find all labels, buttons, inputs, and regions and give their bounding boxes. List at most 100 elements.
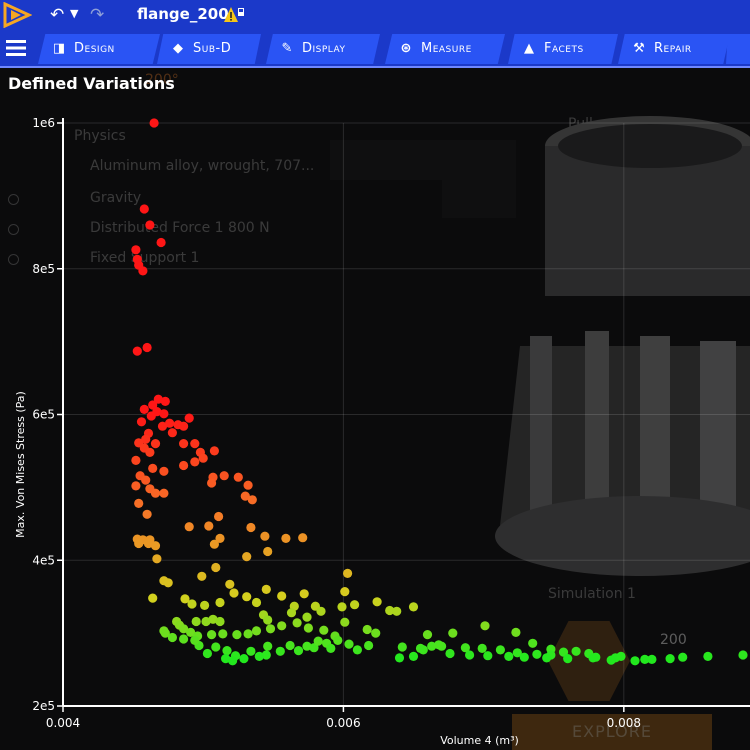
data-point — [209, 446, 219, 456]
data-point — [184, 522, 194, 532]
y-tick-label: 1e6 — [32, 116, 55, 130]
data-point — [504, 651, 514, 662]
data-point — [225, 579, 235, 589]
data-point — [243, 480, 253, 490]
data-point — [167, 428, 177, 438]
data-point — [465, 650, 475, 660]
data-point — [352, 645, 362, 655]
undo-icon[interactable]: ↶ — [50, 5, 64, 25]
data-point — [286, 608, 297, 618]
x-tick-label: 0.008 — [607, 716, 641, 730]
tab-facets[interactable]: ▲ Facets — [508, 34, 618, 64]
y-tick-label: 6e5 — [32, 408, 55, 422]
data-point — [219, 471, 229, 481]
tab-design[interactable]: ◨ Design — [38, 34, 160, 64]
warning-icon[interactable] — [223, 6, 245, 24]
data-point — [293, 646, 304, 656]
data-point — [131, 481, 141, 491]
facets-icon: ▲ — [524, 41, 534, 56]
data-point — [150, 488, 161, 498]
tab-sub-d[interactable]: ◆ Sub-D — [157, 34, 261, 64]
data-point — [145, 220, 155, 230]
variations-chart: 2e5 4e5 6e5 8e5 1e6 0.004 0.006 0.008 Volume 4 (… — [0, 66, 750, 750]
data-point — [251, 597, 262, 608]
tab-overflow[interactable] — [726, 34, 750, 64]
data-point — [139, 204, 149, 214]
data-point — [408, 602, 419, 612]
data-point — [191, 616, 201, 627]
data-point — [302, 641, 312, 651]
data-point — [145, 447, 155, 457]
document-title: flange_200 — [137, 5, 229, 23]
data-point — [215, 597, 225, 608]
y-axis-title: Max. Von Mises Stress (Pa) — [14, 391, 27, 538]
data-point — [211, 562, 221, 573]
data-point — [198, 453, 208, 463]
data-point — [448, 628, 458, 638]
data-point — [197, 571, 207, 581]
data-point — [630, 656, 640, 666]
data-point — [138, 266, 148, 276]
data-point — [232, 630, 242, 640]
data-point — [159, 409, 169, 419]
data-point — [149, 118, 159, 128]
data-point — [160, 396, 170, 406]
menu-icon[interactable] — [6, 39, 26, 57]
app-logo-icon[interactable] — [2, 2, 32, 28]
data-point — [299, 589, 309, 599]
data-point — [146, 411, 156, 421]
data-point — [222, 646, 232, 656]
data-point — [207, 630, 217, 640]
data-point — [678, 652, 688, 662]
data-point — [207, 478, 217, 488]
data-point — [184, 413, 194, 423]
data-point — [131, 245, 141, 255]
data-point — [132, 346, 142, 356]
data-point — [202, 648, 212, 659]
data-point — [511, 627, 521, 638]
data-point — [242, 592, 252, 602]
data-point — [148, 463, 158, 473]
ribbon-tab-bar: ◨ Design ◆ Sub-D ✎ Display ⊛ Measure ▲ Facets… — [0, 30, 750, 68]
data-point — [408, 651, 419, 662]
data-point — [303, 623, 313, 633]
data-point — [350, 600, 360, 610]
data-point — [422, 630, 433, 640]
data-point — [445, 648, 455, 659]
data-point — [134, 498, 144, 508]
data-point — [298, 533, 308, 543]
measure-icon: ⊛ — [400, 41, 412, 56]
data-point — [588, 653, 598, 663]
data-point — [261, 584, 271, 595]
data-point — [204, 521, 214, 531]
data-point — [344, 639, 354, 649]
data-point — [434, 640, 444, 650]
data-point — [362, 624, 372, 635]
tab-repair[interactable]: ⚒ Repair — [618, 34, 730, 64]
data-point — [337, 602, 347, 612]
data-point — [179, 634, 189, 644]
data-point — [292, 618, 302, 628]
data-point — [519, 652, 529, 662]
data-point — [148, 593, 158, 603]
x-axis-title: Volume 4 (m³) — [440, 734, 519, 747]
data-point — [152, 554, 162, 564]
data-point — [134, 538, 144, 549]
data-point — [532, 649, 542, 659]
data-point — [316, 606, 326, 616]
data-point — [275, 646, 285, 656]
data-point — [263, 615, 273, 625]
redo-icon[interactable]: ↷ — [90, 5, 104, 25]
data-point — [190, 439, 200, 449]
tab-measure[interactable]: ⊛ Measure — [385, 34, 505, 64]
undo-dropdown-icon[interactable]: ▼ — [70, 7, 78, 20]
data-point — [233, 472, 243, 482]
tab-display[interactable]: ✎ Display — [266, 34, 380, 64]
data-point — [528, 638, 538, 648]
data-point — [277, 621, 287, 631]
x-tick-label: 0.004 — [46, 716, 80, 730]
data-point — [477, 643, 487, 654]
y-tick-label: 4e5 — [32, 553, 55, 567]
data-point — [179, 421, 189, 431]
data-point — [483, 651, 493, 661]
